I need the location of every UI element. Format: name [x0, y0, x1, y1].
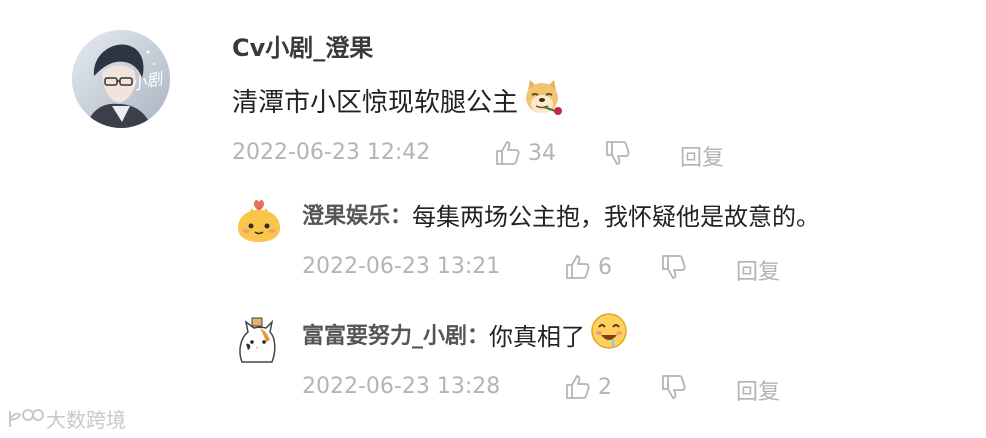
- dislike-button[interactable]: [660, 370, 686, 404]
- comment-meta: 2022-06-23 12:42 34 回复: [232, 136, 752, 172]
- like-count: 6: [598, 254, 612, 280]
- reply-separator: ：: [390, 204, 413, 229]
- thumbs-down-icon: [662, 375, 686, 399]
- drooling-face-icon: [589, 311, 629, 357]
- thumbs-up-icon: [566, 255, 590, 279]
- avatar[interactable]: 小剧: [72, 30, 170, 128]
- comment-thread: 小剧 Cv小剧_澄果 清潭市小区惊现软腿公主 2022-06-23 12:42: [0, 0, 986, 438]
- thumbs-down-icon: [606, 141, 630, 165]
- watermark: 大数跨境: [6, 404, 126, 433]
- thumbs-down-icon: [662, 255, 686, 279]
- dislike-button[interactable]: [604, 136, 630, 170]
- comment-timestamp: 2022-06-23 12:42: [232, 140, 431, 165]
- like-button[interactable]: 2: [564, 370, 612, 404]
- reply-button[interactable]: 回复: [680, 140, 724, 172]
- comment-content: 清潭市小区惊现软腿公主: [232, 78, 563, 123]
- reply-button[interactable]: 回复: [736, 374, 780, 406]
- like-count: 34: [528, 140, 556, 166]
- reply-avatar[interactable]: [234, 194, 284, 244]
- like-button[interactable]: 34: [494, 136, 556, 170]
- watermark-text: 大数跨境: [46, 408, 126, 432]
- reply-content: 富富要努力_小剧 ： 你真相了: [302, 311, 629, 357]
- like-count: 2: [598, 374, 612, 400]
- reply-meta: 2022-06-23 13:28 2 回复: [302, 370, 802, 406]
- reply-content: 澄果娱乐 ： 每集两场公主抱，我怀疑他是故意的。: [302, 194, 820, 234]
- reply-text: 你真相了: [489, 322, 586, 351]
- comment-username[interactable]: Cv小剧_澄果: [232, 28, 373, 63]
- reply-timestamp: 2022-06-23 13:28: [302, 374, 501, 399]
- reply-button[interactable]: 回复: [736, 254, 780, 286]
- reply-username[interactable]: 富富要努力_小剧: [302, 318, 467, 350]
- doge-rose-icon: [522, 78, 563, 123]
- like-button[interactable]: 6: [564, 250, 612, 284]
- reply-timestamp: 2022-06-23 13:21: [302, 254, 501, 279]
- reply-avatar[interactable]: [232, 314, 282, 364]
- dislike-button[interactable]: [660, 250, 686, 284]
- thumbs-up-icon: [566, 375, 590, 399]
- thumbs-up-icon: [496, 141, 520, 165]
- watermark-logo-icon: [9, 408, 44, 427]
- reply-username[interactable]: 澄果娱乐: [302, 198, 390, 230]
- reply-text: 每集两场公主抱，我怀疑他是故意的。: [412, 202, 821, 231]
- reply-meta: 2022-06-23 13:21 6 回复: [302, 250, 802, 286]
- reply-separator: ：: [467, 324, 490, 349]
- comment-text: 清潭市小区惊现软腿公主: [232, 87, 519, 118]
